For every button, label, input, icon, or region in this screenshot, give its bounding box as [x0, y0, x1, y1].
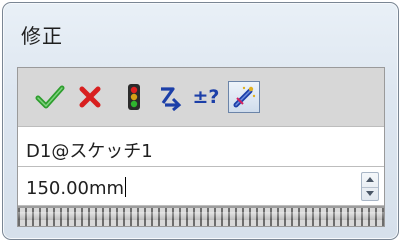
modify-dialog: 修正 ±? D1@スケッチ1 150.00mm	[2, 2, 399, 240]
modify-toolbar: ±?	[18, 68, 384, 126]
arrow-up-icon	[366, 177, 374, 183]
dimension-name: D1@スケッチ1	[26, 141, 153, 162]
mark-dimension-icon	[233, 86, 256, 108]
check-icon	[35, 85, 65, 109]
ok-button[interactable]	[34, 81, 66, 113]
regenerate-arrow-icon	[161, 87, 182, 111]
dimension-name-field: D1@スケッチ1	[18, 126, 384, 166]
plus-minus-question-icon: ±?	[192, 86, 220, 108]
reverse-sense-button[interactable]: ±?	[190, 81, 222, 113]
close-icon	[79, 86, 101, 108]
cancel-button[interactable]	[74, 81, 106, 113]
value-spinner[interactable]	[361, 172, 379, 201]
value-input[interactable]: 150.00mm	[18, 166, 384, 206]
mark-dimension-button[interactable]	[228, 81, 260, 113]
regenerate-button[interactable]	[154, 81, 186, 113]
thumbwheel-slider[interactable]	[18, 206, 384, 226]
spin-down-button[interactable]	[362, 187, 378, 201]
rebuild-traffic-light-icon	[128, 84, 140, 110]
text-caret	[125, 177, 127, 197]
rebuild-button[interactable]	[118, 81, 150, 113]
dialog-title: 修正	[21, 24, 63, 48]
arrow-down-icon	[366, 190, 374, 196]
spin-up-button[interactable]	[362, 173, 378, 188]
value-text: 150.00mm	[26, 178, 125, 199]
modify-panel: ±? D1@スケッチ1 150.00mm	[17, 67, 385, 227]
